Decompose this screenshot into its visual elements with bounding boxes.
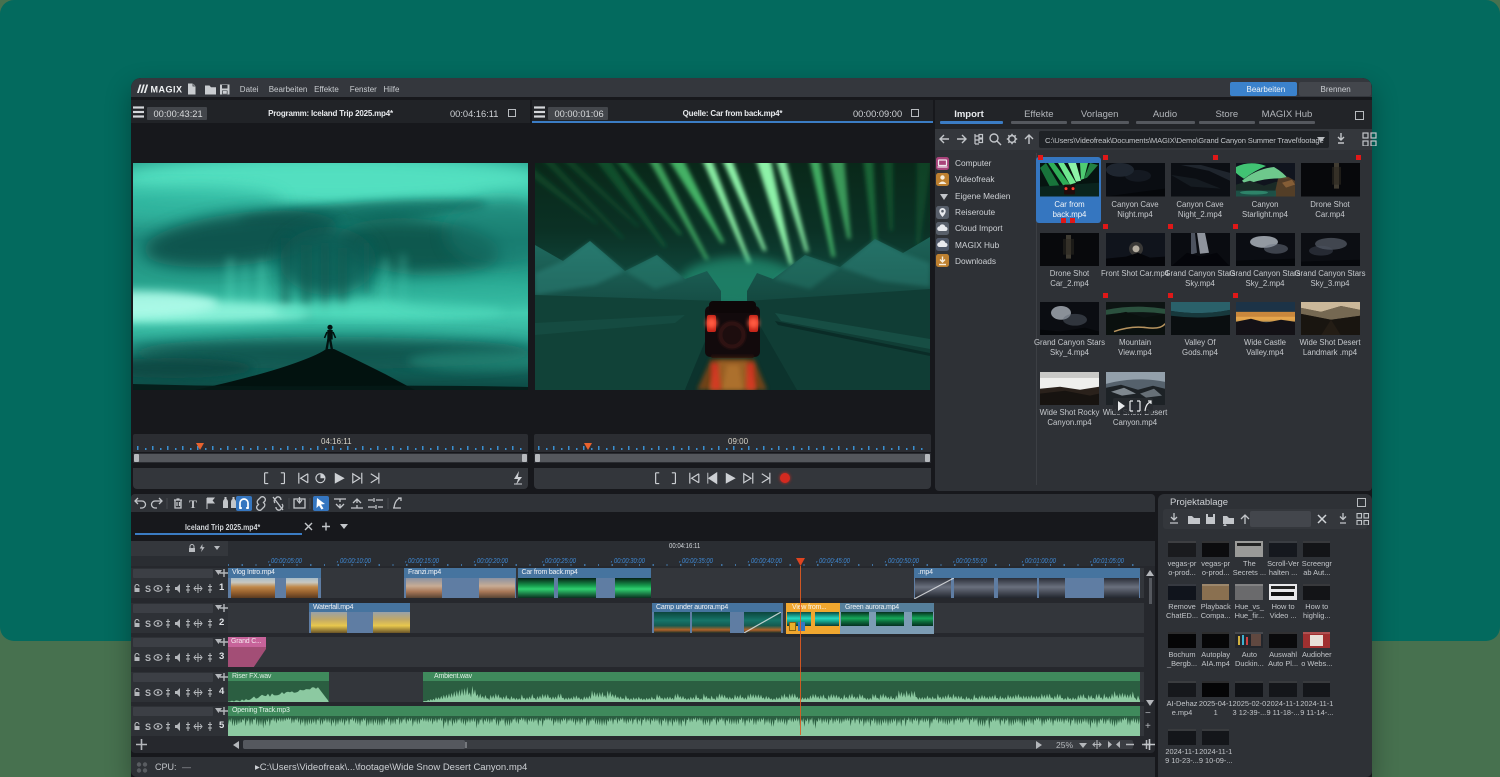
svg-text:S: S xyxy=(145,619,151,629)
svg-text:S: S xyxy=(145,722,151,732)
svg-text:S: S xyxy=(145,584,151,594)
svg-text:S: S xyxy=(145,653,151,663)
svg-text:T: T xyxy=(189,497,197,511)
svg-text:S: S xyxy=(145,688,151,698)
svg-text:MAGIX: MAGIX xyxy=(151,85,183,95)
